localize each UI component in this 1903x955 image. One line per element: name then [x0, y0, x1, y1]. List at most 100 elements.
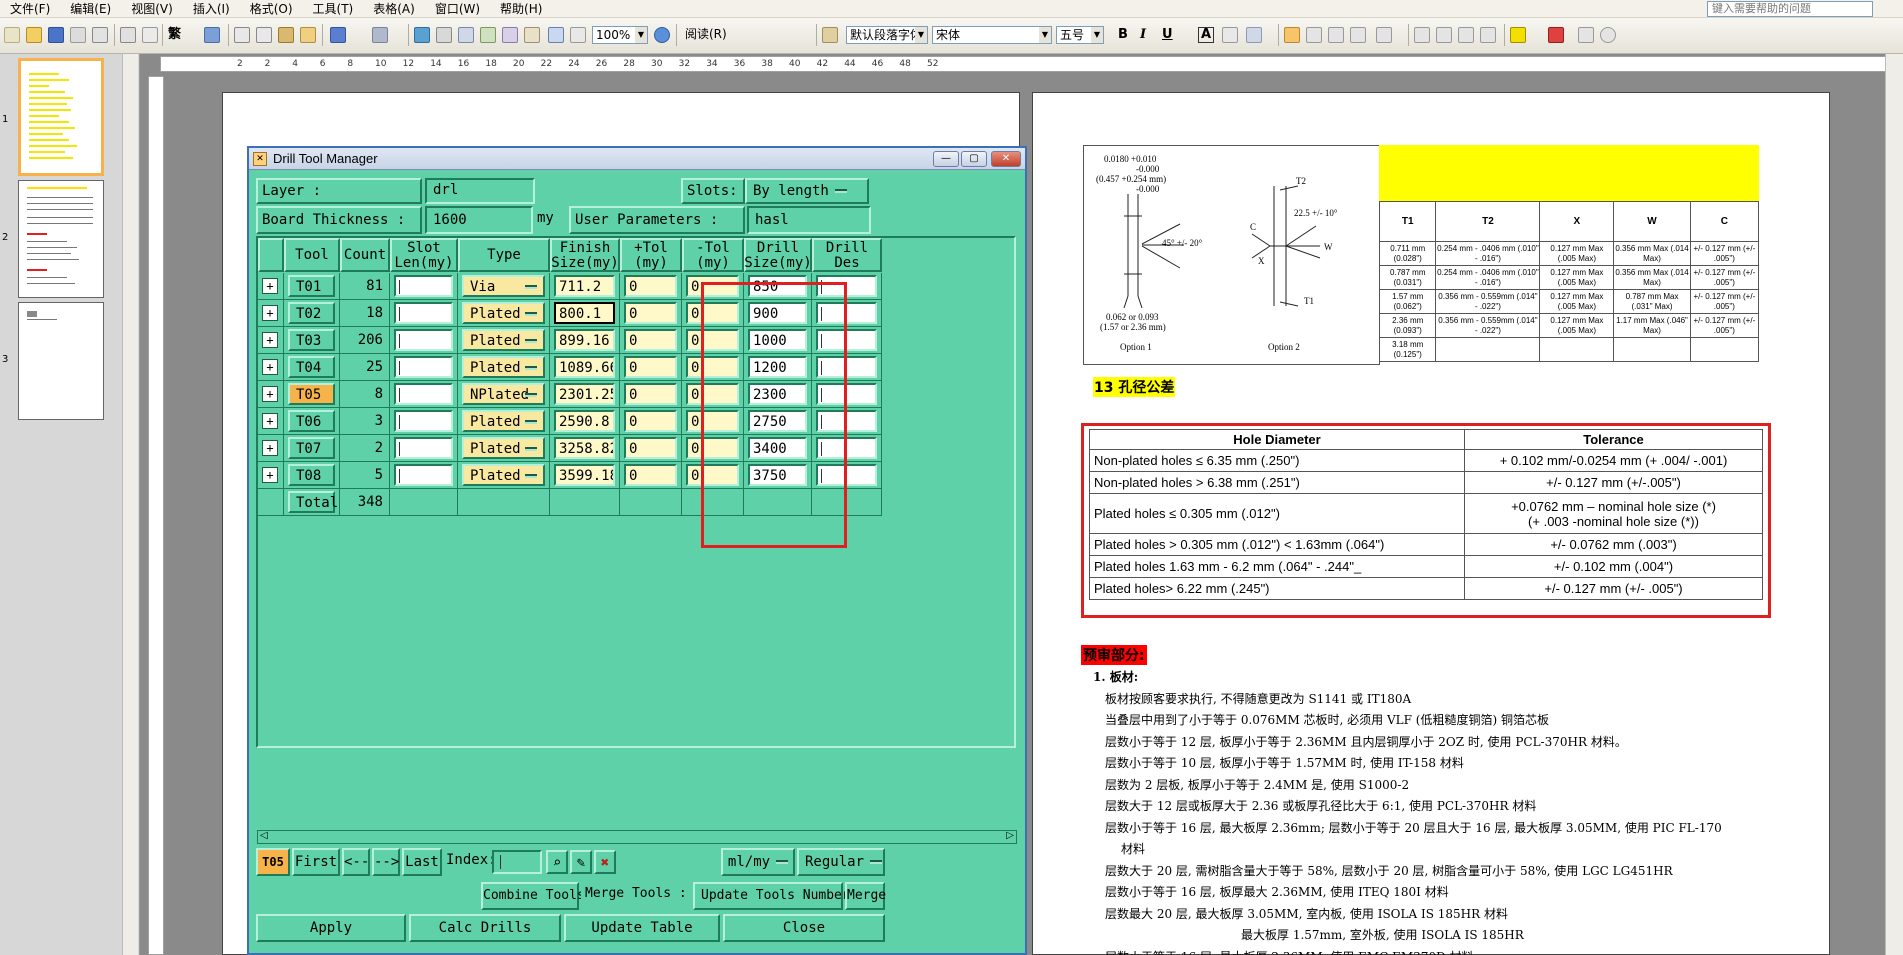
minimize-icon[interactable]: — — [933, 151, 959, 167]
update-tools-numbers-dropdown[interactable]: Update Tools Numbers — [693, 882, 876, 910]
align-center-icon[interactable] — [1306, 27, 1322, 43]
finish-size-input[interactable]: 1089.66 — [554, 356, 615, 378]
type-dropdown[interactable]: Plated — [462, 302, 545, 324]
thumbnail-scrollbar[interactable] — [122, 54, 138, 955]
column-header[interactable]: Drill Des — [812, 238, 882, 272]
minus-tol-input[interactable]: 0 — [686, 464, 739, 486]
column-header[interactable]: -Tol (my) — [682, 238, 744, 272]
column-header[interactable]: +Tol (my) — [620, 238, 682, 272]
tool-button[interactable]: T08 — [288, 464, 335, 486]
close-icon[interactable]: ✕ — [991, 151, 1021, 167]
styles-pane-icon[interactable] — [822, 27, 838, 43]
type-dropdown[interactable]: Plated — [462, 329, 545, 351]
delete-tool-icon[interactable]: ✖ — [594, 850, 616, 874]
phonetic-guide-icon[interactable] — [1578, 27, 1594, 43]
slot-len-input[interactable] — [394, 410, 453, 432]
calc-drills-button[interactable]: Calc Drills — [409, 914, 561, 942]
type-dropdown[interactable]: Plated — [462, 356, 545, 378]
type-dropdown[interactable]: NPlated — [462, 383, 545, 405]
column-header[interactable]: Tool — [284, 238, 340, 272]
expand-row-icon[interactable]: + — [262, 413, 278, 429]
minus-tol-input[interactable]: 0 — [686, 329, 739, 351]
justify-icon[interactable] — [1350, 27, 1366, 43]
plus-tol-input[interactable]: 0 — [624, 356, 677, 378]
expand-row-icon[interactable]: + — [262, 332, 278, 348]
cut-icon[interactable] — [234, 27, 250, 43]
drill-size-input[interactable]: 1000 — [748, 329, 807, 351]
increase-indent-icon[interactable] — [1480, 27, 1496, 43]
enclose-char-icon[interactable] — [1600, 27, 1616, 43]
menu-window[interactable]: 窗口(W) — [425, 0, 490, 18]
expand-row-icon[interactable]: + — [262, 440, 278, 456]
scroll-left-icon[interactable]: ◁ — [260, 830, 268, 841]
plus-tol-input[interactable]: 0 — [624, 410, 677, 432]
prev-button[interactable]: <-- — [342, 848, 370, 876]
column-header[interactable]: Drill Size(my) — [744, 238, 812, 272]
reading-mode-button[interactable]: 阅读(R) — [682, 26, 764, 44]
menu-insert[interactable]: 插入(I) — [183, 0, 240, 18]
menu-table[interactable]: 表格(A) — [363, 0, 425, 18]
drill-size-input[interactable]: 2750 — [748, 410, 807, 432]
drill-des-input[interactable] — [816, 383, 877, 405]
slot-len-input[interactable] — [394, 383, 453, 405]
drill-des-input[interactable] — [816, 464, 877, 486]
update-table-button[interactable]: Update Table — [564, 914, 720, 942]
zoom-combo[interactable]: 100% ▼ — [592, 26, 648, 44]
insert-table-icon[interactable] — [458, 27, 474, 43]
minus-tol-input[interactable]: 0 — [686, 302, 739, 324]
column-header[interactable]: Count — [340, 238, 390, 272]
user-params-field[interactable]: hasl — [747, 206, 871, 234]
type-dropdown[interactable]: Plated — [462, 464, 545, 486]
menu-tools[interactable]: 工具(T) — [303, 0, 364, 18]
finish-size-input[interactable]: 2590.8 — [554, 410, 615, 432]
layer-field[interactable]: drl — [425, 178, 535, 204]
column-header[interactable]: Finish Size(my) — [550, 238, 620, 272]
format-painter-icon[interactable] — [300, 27, 316, 43]
hyperlink-icon[interactable] — [414, 27, 430, 43]
expand-row-icon[interactable]: + — [262, 278, 278, 294]
tool-button[interactable]: T03 — [288, 329, 335, 351]
slot-len-input[interactable] — [394, 464, 453, 486]
thumbnail-page-2[interactable] — [18, 180, 104, 298]
document-scrollbar[interactable] — [1885, 54, 1903, 955]
type-dropdown[interactable]: Plated — [462, 437, 545, 459]
tool-button[interactable]: T04 — [288, 356, 335, 378]
finish-size-input[interactable]: 899.16 — [554, 329, 615, 351]
columns-icon[interactable] — [502, 27, 518, 43]
plus-tol-input[interactable]: 0 — [624, 302, 677, 324]
tool-button[interactable]: T02 — [288, 302, 335, 324]
grid-hscrollbar[interactable]: ◁ ▷ — [257, 830, 1017, 844]
minus-tol-input[interactable]: 0 — [686, 356, 739, 378]
menu-view[interactable]: 视图(V) — [121, 0, 183, 18]
redo-icon[interactable] — [372, 27, 388, 43]
insert-excel-icon[interactable] — [480, 27, 496, 43]
mode-dropdown[interactable]: Regular — [797, 848, 885, 876]
finish-size-input[interactable]: 711.2 — [554, 275, 615, 297]
slot-len-input[interactable] — [394, 356, 453, 378]
drill-size-input[interactable]: 1200 — [748, 356, 807, 378]
font-size-combo[interactable]: 五号 ▼ — [1056, 26, 1104, 44]
align-right-icon[interactable] — [1328, 27, 1344, 43]
dialog-titlebar[interactable]: ✕ Drill Tool Manager — ▢ ✕ — [249, 148, 1025, 170]
permission-icon[interactable] — [70, 27, 86, 43]
board-thickness-field[interactable]: 1600 — [425, 206, 533, 234]
slot-len-input[interactable] — [394, 302, 453, 324]
minus-tol-input[interactable]: 0 — [686, 275, 739, 297]
document-map-icon[interactable] — [548, 27, 564, 43]
font-color-icon[interactable] — [1548, 27, 1564, 43]
minus-tol-input[interactable]: 0 — [686, 383, 739, 405]
open-folder-icon[interactable] — [26, 27, 42, 43]
minus-tol-input[interactable]: 0 — [686, 437, 739, 459]
finish-size-input[interactable]: 800.1 — [554, 302, 615, 324]
drill-des-input[interactable] — [816, 410, 877, 432]
drill-size-input[interactable]: 850 — [748, 275, 807, 297]
maximize-icon[interactable]: ▢ — [961, 151, 987, 167]
column-header[interactable]: Type — [458, 238, 550, 272]
column-header[interactable]: Slot Len(my) — [390, 238, 458, 272]
drill-size-input[interactable]: 3400 — [748, 437, 807, 459]
drill-size-input[interactable]: 900 — [748, 302, 807, 324]
show-hide-icon[interactable] — [570, 27, 586, 43]
slot-len-input[interactable] — [394, 275, 453, 297]
print-icon[interactable] — [92, 27, 108, 43]
tool-button[interactable]: T07 — [288, 437, 335, 459]
